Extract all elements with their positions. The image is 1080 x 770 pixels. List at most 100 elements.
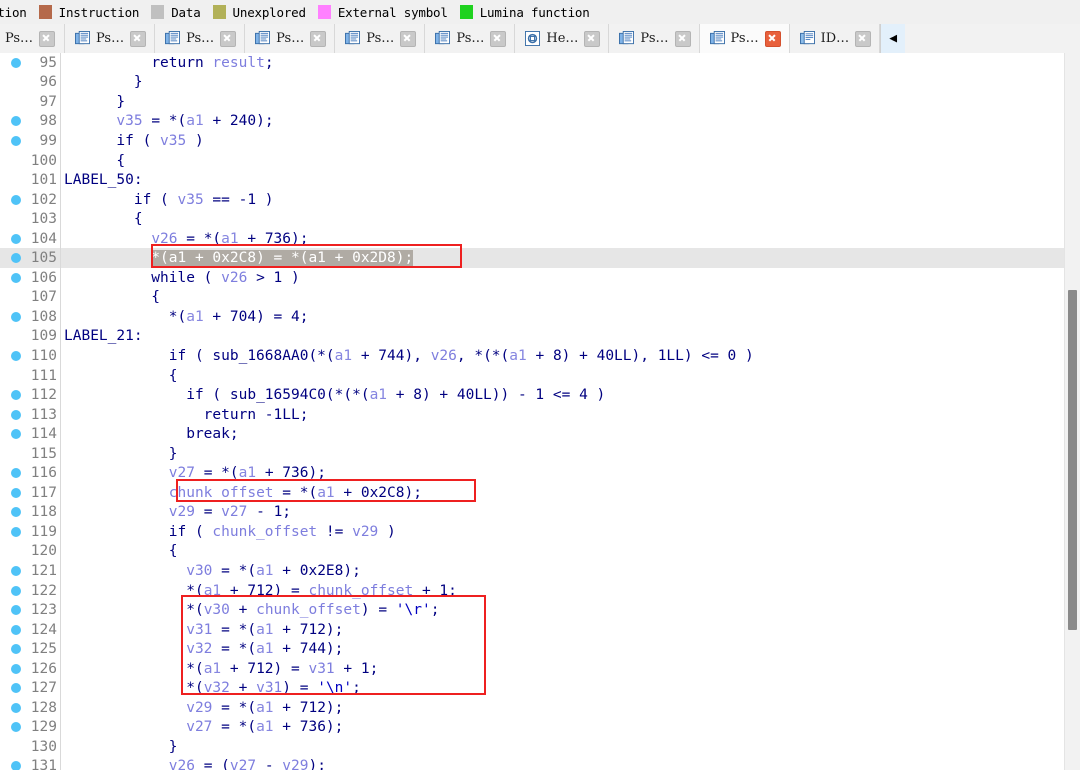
close-icon[interactable]: [400, 30, 417, 47]
breakpoint-marker-icon[interactable]: [11, 390, 21, 401]
line-gutter[interactable]: 100: [0, 151, 60, 171]
close-icon[interactable]: [584, 30, 601, 47]
line-gutter[interactable]: 114: [0, 424, 60, 444]
code-line[interactable]: 126 *(a1 + 712) = v31 + 1;: [0, 659, 1065, 679]
code-line[interactable]: 121 v30 = *(a1 + 0x2E8);: [0, 561, 1065, 581]
code-line[interactable]: 101 LABEL_50:: [0, 170, 1065, 190]
line-gutter[interactable]: 95: [0, 53, 60, 73]
code-line[interactable]: 95 return result;: [0, 53, 1065, 73]
code-text[interactable]: {: [60, 211, 1065, 227]
code-line[interactable]: 102 if ( v35 == -1 ): [0, 190, 1065, 210]
code-line[interactable]: 125 v32 = *(a1 + 744);: [0, 639, 1065, 659]
code-text[interactable]: v30 = *(a1 + 0x2E8);: [60, 563, 1065, 579]
editor-tab[interactable]: Ps…: [155, 24, 246, 53]
code-text[interactable]: *(a1 + 0x2C8) = *(a1 + 0x2D8);: [60, 250, 1065, 267]
line-gutter[interactable]: 118: [0, 503, 60, 523]
code-line[interactable]: 120 {: [0, 542, 1065, 562]
line-gutter[interactable]: 128: [0, 698, 60, 718]
line-gutter[interactable]: 116: [0, 463, 60, 483]
line-gutter[interactable]: 107: [0, 288, 60, 308]
line-gutter[interactable]: 117: [0, 483, 60, 503]
code-text[interactable]: if ( sub_16594C0(*(*(a1 + 8) + 40LL)) - …: [60, 387, 1065, 403]
line-gutter[interactable]: 121: [0, 561, 60, 581]
breakpoint-marker-icon[interactable]: [11, 116, 21, 127]
code-text[interactable]: }: [60, 94, 1065, 110]
code-line[interactable]: 116 v27 = *(a1 + 736);: [0, 463, 1065, 483]
line-gutter[interactable]: 108: [0, 307, 60, 327]
code-line[interactable]: 113 return -1LL;: [0, 405, 1065, 425]
line-gutter[interactable]: 125: [0, 639, 60, 659]
breakpoint-marker-icon[interactable]: [11, 468, 21, 479]
breakpoint-marker-icon[interactable]: [11, 429, 21, 440]
line-gutter[interactable]: 131: [0, 757, 60, 770]
code-line[interactable]: 122 *(a1 + 712) = chunk_offset + 1;: [0, 581, 1065, 601]
line-gutter[interactable]: 124: [0, 620, 60, 640]
code-text[interactable]: v29 = *(a1 + 712);: [60, 700, 1065, 716]
breakpoint-marker-icon[interactable]: [11, 409, 21, 420]
breakpoint-marker-icon[interactable]: [11, 663, 21, 674]
breakpoint-marker-icon[interactable]: [11, 683, 21, 694]
editor-tab-active[interactable]: Ps…: [699, 24, 790, 53]
code-text[interactable]: {: [60, 368, 1065, 384]
code-text[interactable]: }: [60, 74, 1065, 90]
breakpoint-marker-icon[interactable]: [11, 761, 21, 770]
code-text[interactable]: if ( v35 ): [60, 133, 1065, 149]
line-gutter[interactable]: 96: [0, 73, 60, 93]
code-text[interactable]: {: [60, 289, 1065, 305]
code-line[interactable]: 103 {: [0, 209, 1065, 229]
code-line[interactable]: 123 *(v30 + chunk_offset) = '\r';: [0, 600, 1065, 620]
tab-scroll-left-button[interactable]: ◀: [880, 24, 906, 53]
line-gutter[interactable]: 127: [0, 679, 60, 699]
code-line[interactable]: 119 if ( chunk_offset != v29 ): [0, 522, 1065, 542]
code-text[interactable]: {: [60, 543, 1065, 559]
code-text[interactable]: v32 = *(a1 + 744);: [60, 641, 1065, 657]
close-icon[interactable]: [130, 30, 147, 47]
editor-tab[interactable]: ID…: [789, 24, 881, 53]
vertical-scrollbar-thumb[interactable]: [1068, 290, 1077, 630]
code-text[interactable]: chunk_offset = *(a1 + 0x2C8);: [60, 485, 1065, 501]
code-line[interactable]: 105 *(a1 + 0x2C8) = *(a1 + 0x2D8);: [0, 248, 1065, 269]
code-text[interactable]: {: [60, 153, 1065, 169]
code-text[interactable]: if ( sub_1668AA0(*(a1 + 744), v26, *(*(a…: [60, 348, 1065, 364]
code-text[interactable]: }: [60, 739, 1065, 755]
code-line[interactable]: 115 }: [0, 444, 1065, 464]
close-icon[interactable]: [764, 30, 781, 47]
editor-tab[interactable]: Ps…: [609, 24, 700, 53]
close-icon[interactable]: [855, 30, 872, 47]
vertical-scrollbar[interactable]: [1064, 53, 1080, 770]
code-text[interactable]: *(a1 + 704) = 4;: [60, 309, 1065, 325]
breakpoint-marker-icon[interactable]: [11, 565, 21, 576]
close-icon[interactable]: [39, 30, 56, 47]
line-gutter[interactable]: 110: [0, 346, 60, 366]
line-gutter[interactable]: 109: [0, 327, 60, 347]
code-line[interactable]: 130 }: [0, 737, 1065, 757]
editor-tab[interactable]: Ps…: [335, 24, 426, 53]
code-text[interactable]: return result;: [60, 55, 1065, 71]
line-gutter[interactable]: 126: [0, 659, 60, 679]
code-line[interactable]: 117 chunk_offset = *(a1 + 0x2C8);: [0, 483, 1065, 503]
pseudocode-view[interactable]: 95 return result; 96 } 97 } 98 v35 = *(a1 +…: [0, 53, 1080, 770]
breakpoint-marker-icon[interactable]: [11, 311, 21, 322]
breakpoint-marker-icon[interactable]: [11, 194, 21, 205]
code-line[interactable]: 106 while ( v26 > 1 ): [0, 268, 1065, 288]
code-text[interactable]: LABEL_50:: [60, 172, 1065, 188]
code-line[interactable]: 118 v29 = v27 - 1;: [0, 503, 1065, 523]
editor-tab[interactable]: Ps…: [425, 24, 516, 53]
code-text[interactable]: *(a1 + 712) = v31 + 1;: [60, 661, 1065, 677]
breakpoint-marker-icon[interactable]: [11, 135, 21, 146]
breakpoint-marker-icon[interactable]: [11, 585, 21, 596]
code-line[interactable]: 99 if ( v35 ): [0, 131, 1065, 151]
editor-tab-bar[interactable]: Ps… Ps… Ps… Ps… Ps… Ps… He… Ps… Ps… ID… ◀: [0, 24, 1080, 54]
breakpoint-marker-icon[interactable]: [11, 605, 21, 616]
breakpoint-marker-icon[interactable]: [11, 722, 21, 733]
editor-tab[interactable]: He…: [515, 24, 610, 53]
code-line[interactable]: 114 break;: [0, 424, 1065, 444]
code-text[interactable]: v26 = (v27 - v29);: [60, 758, 1065, 770]
breakpoint-marker-icon[interactable]: [11, 350, 21, 361]
code-text[interactable]: *(v32 + v31) = '\n';: [60, 680, 1065, 696]
line-gutter[interactable]: 111: [0, 366, 60, 386]
code-text[interactable]: }: [60, 446, 1065, 462]
close-icon[interactable]: [674, 30, 691, 47]
breakpoint-marker-icon[interactable]: [11, 253, 21, 264]
breakpoint-marker-icon[interactable]: [11, 487, 21, 498]
